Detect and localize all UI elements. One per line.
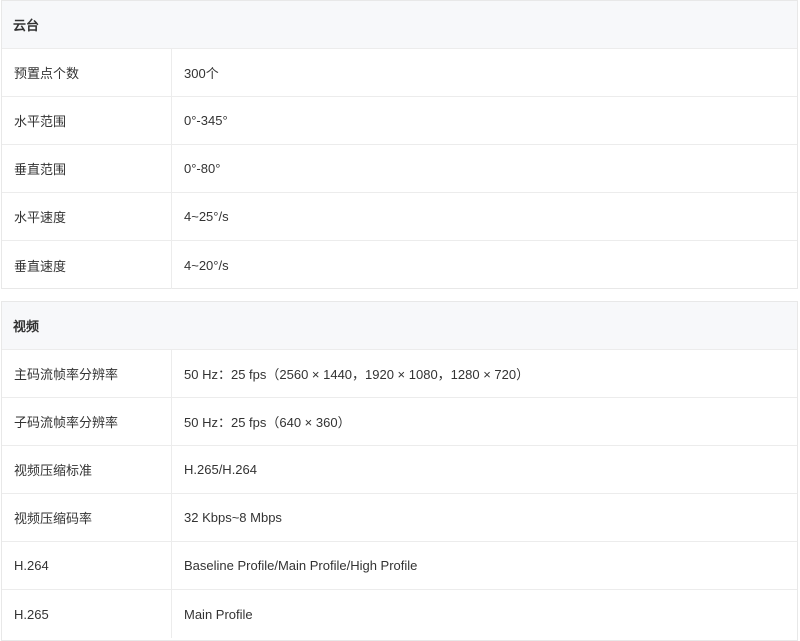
spec-row: 水平速度 4~25°/s [2, 193, 797, 241]
spec-key: 子码流帧率分辨率 [2, 398, 172, 445]
spec-value: 4~25°/s [184, 209, 229, 224]
spec-key: 水平速度 [2, 193, 172, 240]
spec-key: 垂直速度 [2, 241, 172, 289]
spec-key: H.265 [2, 590, 172, 638]
spec-key: 预置点个数 [2, 49, 172, 96]
spec-key: H.264 [2, 542, 172, 589]
spec-value: 32 Kbps~8 Mbps [184, 510, 282, 525]
section-title: 云台 [2, 1, 797, 49]
spec-row: 预置点个数 300个 [2, 49, 797, 97]
spec-row: 视频压缩标准 H.265/H.264 [2, 446, 797, 494]
spec-row: 垂直范围 0°-80° [2, 145, 797, 193]
video-spec-section: 视频 主码流帧率分辨率 50 Hz：25 fps（2560 × 1440，192… [1, 301, 798, 641]
spec-value: 50 Hz：25 fps（2560 × 1440，1920 × 1080，128… [184, 367, 530, 382]
spec-key: 水平范围 [2, 97, 172, 144]
spec-value: 4~20°/s [184, 257, 229, 273]
spec-row: H.264 Baseline Profile/Main Profile/High… [2, 542, 797, 590]
spec-row: 水平范围 0°-345° [2, 97, 797, 145]
spec-row: 视频压缩码率 32 Kbps~8 Mbps [2, 494, 797, 542]
spec-row: 主码流帧率分辨率 50 Hz：25 fps（2560 × 1440，1920 ×… [2, 350, 797, 398]
ptz-spec-section: 云台 预置点个数 300个 水平范围 0°-345° 垂直范围 0°-80° 水… [1, 0, 798, 289]
spec-value: Main Profile [184, 606, 253, 622]
spec-key: 视频压缩码率 [2, 494, 172, 541]
spec-value: 0°-345° [184, 113, 228, 128]
spec-key: 主码流帧率分辨率 [2, 350, 172, 397]
spec-value: 0°-80° [184, 161, 221, 176]
spec-row: 垂直速度 4~20°/s [2, 241, 797, 289]
section-title: 视频 [2, 302, 797, 350]
spec-key: 视频压缩标准 [2, 446, 172, 493]
spec-value: 50 Hz：25 fps（640 × 360） [184, 415, 351, 430]
spec-value: Baseline Profile/Main Profile/High Profi… [184, 558, 418, 573]
spec-row: 子码流帧率分辨率 50 Hz：25 fps（640 × 360） [2, 398, 797, 446]
spec-value: H.265/H.264 [184, 462, 257, 477]
spec-value: 300个 [184, 66, 219, 81]
spec-row: H.265 Main Profile [2, 590, 797, 638]
spec-key: 垂直范围 [2, 145, 172, 192]
